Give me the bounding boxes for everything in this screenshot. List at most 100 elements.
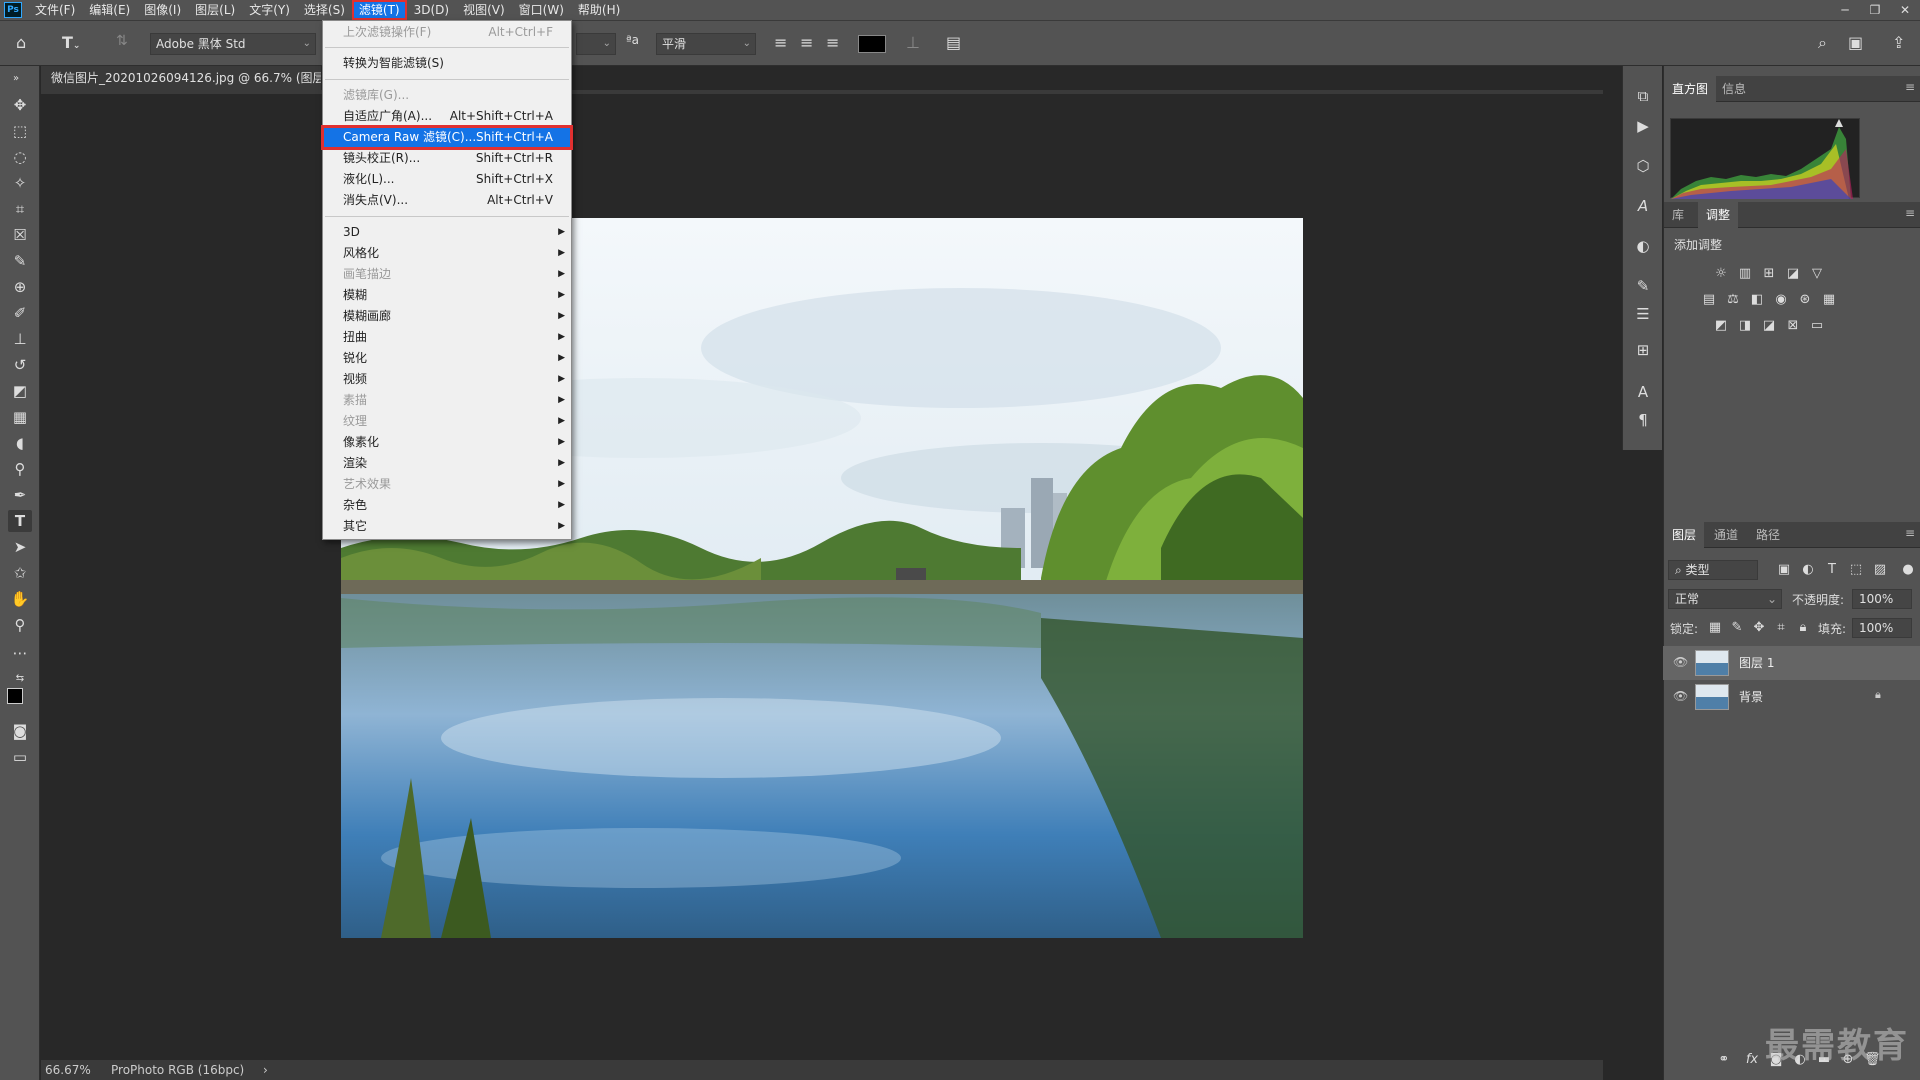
menu-item-vanishing-point[interactable]: 消失点(V)... Alt+Ctrl+V (323, 190, 571, 211)
menu-item-artistic[interactable]: 艺术效果 ▶ (323, 474, 571, 495)
posterize-icon[interactable]: ◨ (1737, 318, 1753, 334)
menu-item-render[interactable]: 渲染 ▶ (323, 453, 571, 474)
document-tab[interactable]: 微信图片_20201026094126.jpg @ 66.7% (图层 (41, 66, 321, 90)
menu-item-sketch[interactable]: 素描 ▶ (323, 390, 571, 411)
frame-tool-icon[interactable]: ☒ (8, 224, 32, 246)
properties-icon[interactable]: ☰ (1633, 304, 1653, 324)
layer-name[interactable]: 背景 (1739, 688, 1763, 705)
menu-item-adaptive-wide-angle[interactable]: 自适应广角(A)... Alt+Shift+Ctrl+A (323, 106, 571, 127)
layer-filter-select[interactable]: ⌕ 类型 (1668, 560, 1758, 580)
menu-item-liquify[interactable]: 液化(L)... Shift+Ctrl+X (323, 169, 571, 190)
vibrance-icon[interactable]: ▽ (1809, 266, 1825, 282)
lasso-tool-icon[interactable]: ◌ (8, 146, 32, 168)
quick-mask-icon[interactable]: ◙ (8, 720, 32, 742)
search-icon[interactable]: ⌕ (1818, 33, 1827, 53)
history-icon[interactable]: ⧉ (1633, 86, 1653, 106)
menu-3d[interactable]: 3D(D) (407, 0, 456, 20)
menu-item-blur[interactable]: 模糊 ▶ (323, 285, 571, 306)
menu-item-brush-strokes[interactable]: 画笔描边 ▶ (323, 264, 571, 285)
channel-mixer-icon[interactable]: ⊛ (1797, 292, 1813, 308)
tab-channels[interactable]: 通道 (1706, 522, 1746, 548)
menu-item-sharpen[interactable]: 锐化 ▶ (323, 348, 571, 369)
panel-menu-icon[interactable]: ≡ (1905, 526, 1915, 540)
status-menu-arrow[interactable]: › (263, 1060, 268, 1080)
gradient-tool-icon[interactable]: ▦ (8, 406, 32, 428)
menu-item-texture[interactable]: 纹理 ▶ (323, 411, 571, 432)
3d-cube-icon[interactable]: ⬡ (1633, 156, 1653, 176)
lock-transparent-icon[interactable]: ▦ (1707, 620, 1723, 636)
collapse-icon[interactable]: » (4, 68, 28, 90)
lock-all-icon[interactable]: 🔒︎ (1795, 620, 1811, 636)
anti-alias-select[interactable]: 平滑 ⌄ (656, 33, 756, 55)
menu-select[interactable]: 选择(S) (297, 0, 352, 20)
menu-item-camera-raw-filter[interactable]: Camera Raw 滤镜(C)... Shift+Ctrl+A (321, 125, 573, 150)
color-balance-icon[interactable]: ⚖ (1725, 292, 1741, 308)
menu-item-blur-gallery[interactable]: 模糊画廊 ▶ (323, 306, 571, 327)
blend-mode-select[interactable]: 正常 ⌄ (1668, 589, 1782, 609)
move-tool-icon[interactable]: ✥ (8, 94, 32, 116)
marquee-tool-icon[interactable]: ⬚ (8, 120, 32, 142)
menu-filter[interactable]: 滤镜(T) (351, 0, 407, 20)
minimize-button[interactable]: ─ (1830, 0, 1860, 20)
menu-item-distort[interactable]: 扭曲 ▶ (323, 327, 571, 348)
filter-toggle-icon[interactable]: ● (1900, 562, 1916, 578)
brush-tool-icon[interactable]: ✐ (8, 302, 32, 324)
menu-help[interactable]: 帮助(H) (571, 0, 627, 20)
screen-mode-icon[interactable]: ▭ (8, 746, 32, 768)
warp-text-icon[interactable]: ⊥ (906, 33, 920, 52)
align-right-icon[interactable]: ≡ (826, 33, 839, 52)
exposure-icon[interactable]: ◪ (1785, 266, 1801, 282)
menu-image[interactable]: 图像(I) (137, 0, 188, 20)
home-icon[interactable]: ⌂ (16, 33, 26, 52)
color-lookup-icon[interactable]: ▦ (1821, 292, 1837, 308)
eyedropper-tool-icon[interactable]: ✎ (8, 250, 32, 272)
tab-histogram[interactable]: 直方图 (1664, 76, 1717, 102)
character-icon[interactable]: A (1633, 382, 1653, 402)
curves-icon[interactable]: ⊞ (1761, 266, 1777, 282)
menu-view[interactable]: 视图(V) (456, 0, 512, 20)
eye-icon[interactable]: 👁︎ (1673, 655, 1688, 669)
path-selection-tool-icon[interactable]: ➤ (8, 536, 32, 558)
fill-input[interactable]: 100% (1852, 618, 1912, 638)
tab-info[interactable]: 信息 (1714, 76, 1754, 102)
history-brush-tool-icon[interactable]: ↺ (8, 354, 32, 376)
menu-edit[interactable]: 编辑(E) (82, 0, 137, 20)
hand-tool-icon[interactable]: ✋ (8, 588, 32, 610)
menu-item-video[interactable]: 视频 ▶ (323, 369, 571, 390)
menu-type[interactable]: 文字(Y) (242, 0, 297, 20)
menu-window[interactable]: 窗口(W) (512, 0, 571, 20)
glyphs-icon[interactable]: A (1633, 196, 1653, 216)
zoom-tool-icon[interactable]: ⚲ (8, 614, 32, 636)
threshold-icon[interactable]: ◪ (1761, 318, 1777, 334)
actions-play-icon[interactable]: ▶ (1633, 116, 1653, 136)
close-button[interactable]: ✕ (1890, 0, 1920, 20)
photo-filter-icon[interactable]: ◉ (1773, 292, 1789, 308)
invert-icon[interactable]: ◩ (1713, 318, 1729, 334)
panel-menu-icon[interactable]: ≡ (1905, 206, 1915, 220)
layer-name[interactable]: 图层 1 (1739, 654, 1774, 671)
fx-icon[interactable]: fx (1744, 1052, 1760, 1068)
stamp-tool-icon[interactable]: ⊥ (8, 328, 32, 350)
pen-tool-icon[interactable]: ✒ (8, 484, 32, 506)
character-panel-icon[interactable]: ▤ (946, 33, 961, 52)
more-tools-icon[interactable]: ⋯ (8, 642, 32, 664)
align-center-icon[interactable]: ≡ (800, 33, 813, 52)
menu-file[interactable]: 文件(F) (28, 0, 82, 20)
brush-presets-icon[interactable]: ◐ (1633, 236, 1653, 256)
dodge-tool-icon[interactable]: ⚲ (8, 458, 32, 480)
workspace-icon[interactable]: ▣ (1848, 33, 1863, 52)
brush-settings-icon[interactable]: ✎ (1633, 276, 1653, 296)
paragraph-icon[interactable]: ¶ (1633, 410, 1653, 430)
align-left-icon[interactable]: ≡ (774, 33, 787, 52)
crop-tool-icon[interactable]: ⌗ (8, 198, 32, 220)
hue-saturation-icon[interactable]: ▤ (1701, 292, 1717, 308)
eye-icon[interactable]: 👁︎ (1673, 689, 1688, 703)
filter-type-icon[interactable]: T (1824, 562, 1840, 578)
gradient-map-icon[interactable]: ▭ (1809, 318, 1825, 334)
panel-menu-icon[interactable]: ≡ (1905, 80, 1915, 94)
blur-tool-icon[interactable]: ◖ (8, 432, 32, 454)
menu-item-filter-gallery[interactable]: 滤镜库(G)... (323, 85, 571, 106)
menu-item-lens-correction[interactable]: 镜头校正(R)... Shift+Ctrl+R (323, 148, 571, 169)
text-orientation-icon[interactable]: ⇅ (116, 33, 128, 49)
menu-item-last-filter[interactable]: 上次滤镜操作(F) Alt+Ctrl+F (323, 22, 571, 43)
